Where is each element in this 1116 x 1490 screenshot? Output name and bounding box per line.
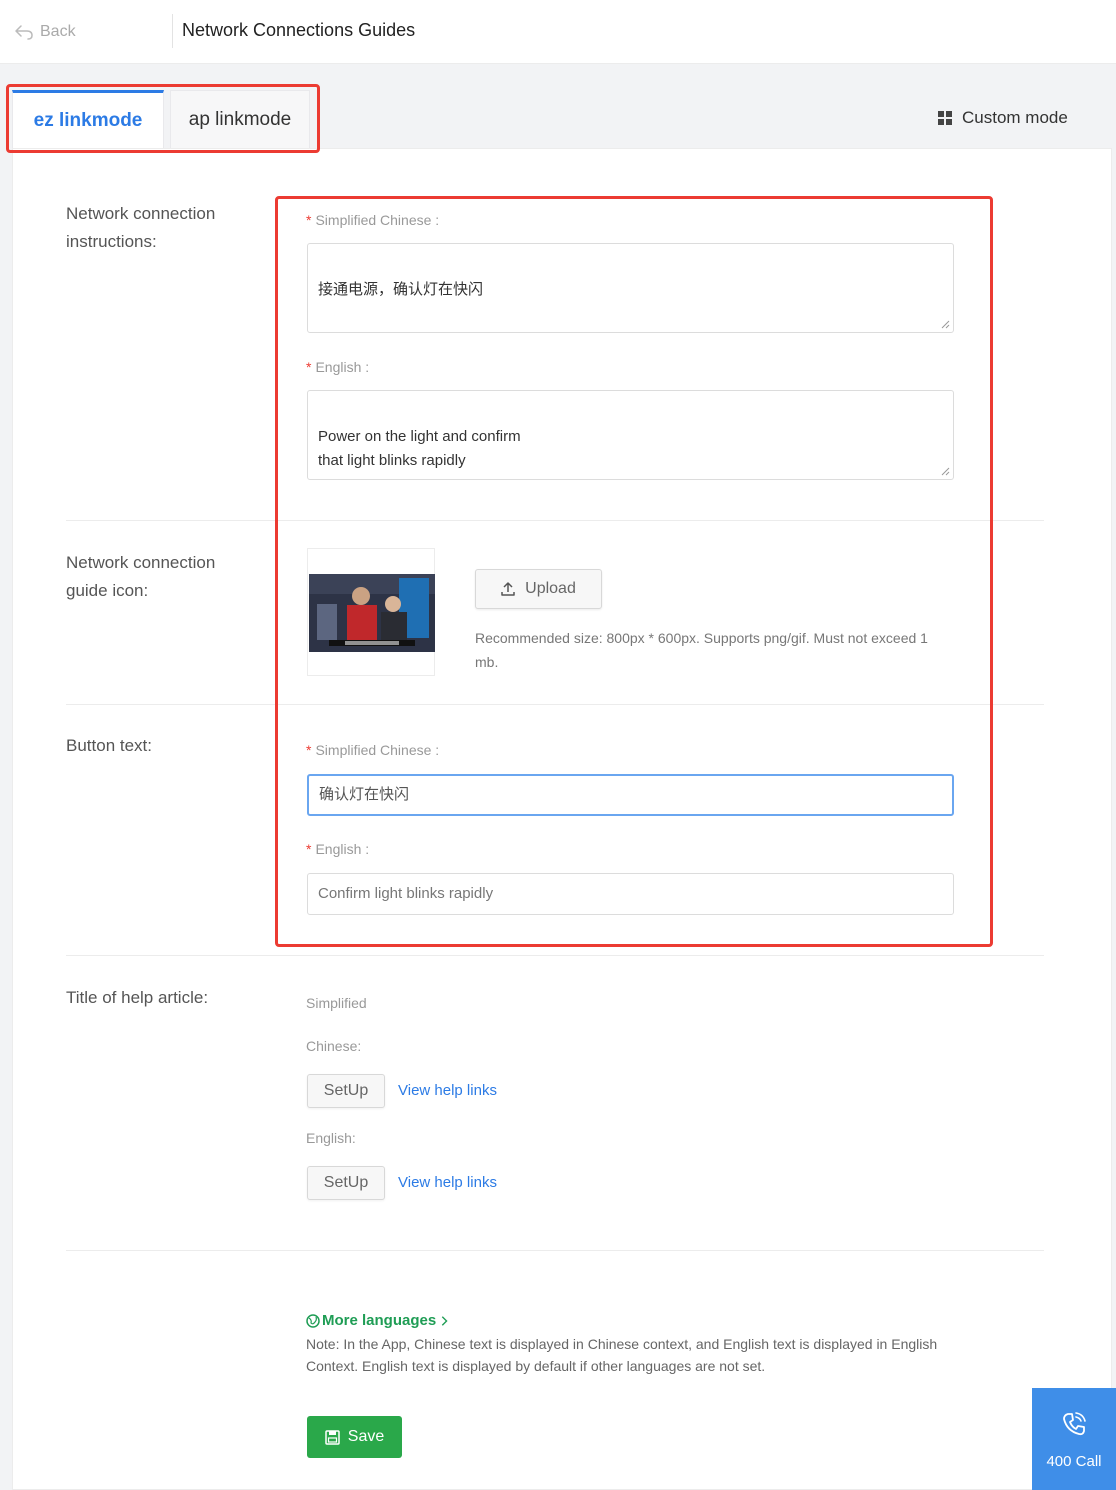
- language-note: Note: In the App, Chinese text is displa…: [306, 1336, 938, 1374]
- custom-mode-button[interactable]: Custom mode: [938, 108, 1068, 128]
- linkmode-tabs: ez linkmode ap linkmode: [12, 90, 310, 148]
- top-header: Back Network Connections Guides: [0, 0, 1116, 64]
- instructions-en-label: * English :: [306, 359, 370, 375]
- chevron-right-icon: [442, 1315, 448, 1326]
- instructions-en-value: Power on the light and confirm that ligh…: [318, 428, 521, 469]
- call-label: 400 Call: [1046, 1452, 1102, 1470]
- button-text-zh-value: 确认灯在快闪: [319, 786, 410, 803]
- upload-icon: [501, 582, 515, 596]
- en-setup-button[interactable]: SetUp: [307, 1166, 385, 1200]
- section-divider: [66, 520, 1044, 521]
- call-widget[interactable]: 400 Call: [1032, 1388, 1116, 1490]
- button-text-zh-input[interactable]: 确认灯在快闪: [307, 774, 954, 816]
- help-zh-label-line2: Chinese:: [306, 1038, 362, 1054]
- upload-label: Upload: [525, 580, 576, 597]
- section-divider: [66, 955, 1044, 956]
- save-label: Save: [347, 1428, 385, 1445]
- more-languages-link[interactable]: More languages: [306, 1312, 450, 1329]
- more-languages-label: More languages: [322, 1312, 437, 1329]
- button-text-en-input[interactable]: Confirm light blinks rapidly: [307, 873, 954, 915]
- globe-icon: [306, 1313, 320, 1328]
- section-divider: [66, 704, 1044, 705]
- instructions-en-textarea[interactable]: Power on the light and confirm that ligh…: [307, 390, 954, 480]
- guide-photo: [309, 574, 435, 652]
- instructions-zh-label: * Simplified Chinese :: [306, 212, 440, 228]
- en-view-help-links[interactable]: View help links: [398, 1174, 497, 1191]
- zh-view-help-links[interactable]: View help links: [398, 1082, 497, 1099]
- header-divider: [172, 14, 173, 48]
- instructions-zh-value: 接通电源，确认灯在快闪: [318, 281, 484, 298]
- zh-setup-button[interactable]: SetUp: [307, 1074, 385, 1108]
- back-arrow-icon: [15, 25, 33, 40]
- grid-icon: [938, 111, 952, 125]
- save-icon: [325, 1429, 340, 1445]
- page-title: Network Connections Guides: [182, 20, 416, 40]
- button-text-en-value: Confirm light blinks rapidly: [318, 885, 494, 902]
- tab-ap-linkmode[interactable]: ap linkmode: [170, 90, 310, 148]
- button-text-section-label: Button text:: [66, 736, 152, 755]
- resize-grip-icon[interactable]: [940, 466, 950, 476]
- guide-icon-section-label: Network connection guide icon:: [66, 553, 216, 600]
- instructions-zh-textarea[interactable]: 接通电源，确认灯在快闪: [307, 243, 954, 333]
- phone-icon: [1063, 1411, 1086, 1435]
- button-text-zh-label: * Simplified Chinese :: [306, 742, 440, 758]
- help-en-label: English:: [306, 1130, 356, 1146]
- button-text-en-label: * English :: [306, 841, 370, 857]
- custom-mode-label: Custom mode: [962, 108, 1068, 127]
- help-article-section-label: Title of help article:: [66, 988, 209, 1007]
- back-button[interactable]: Back: [14, 20, 76, 44]
- save-button[interactable]: Save: [307, 1416, 402, 1458]
- main-card: [12, 148, 1112, 1490]
- upload-button[interactable]: Upload: [475, 569, 602, 609]
- instructions-section-label: Network connection instructions:: [66, 204, 216, 251]
- upload-hint-text: Recommended size: 800px * 600px. Support…: [475, 630, 928, 670]
- resize-grip-icon[interactable]: [940, 319, 950, 329]
- help-zh-label-line1: Simplified: [306, 995, 367, 1011]
- back-label: Back: [40, 23, 76, 40]
- tab-ez-linkmode[interactable]: ez linkmode: [12, 90, 164, 148]
- section-divider: [66, 1250, 1044, 1251]
- guide-icon-preview[interactable]: [307, 548, 435, 676]
